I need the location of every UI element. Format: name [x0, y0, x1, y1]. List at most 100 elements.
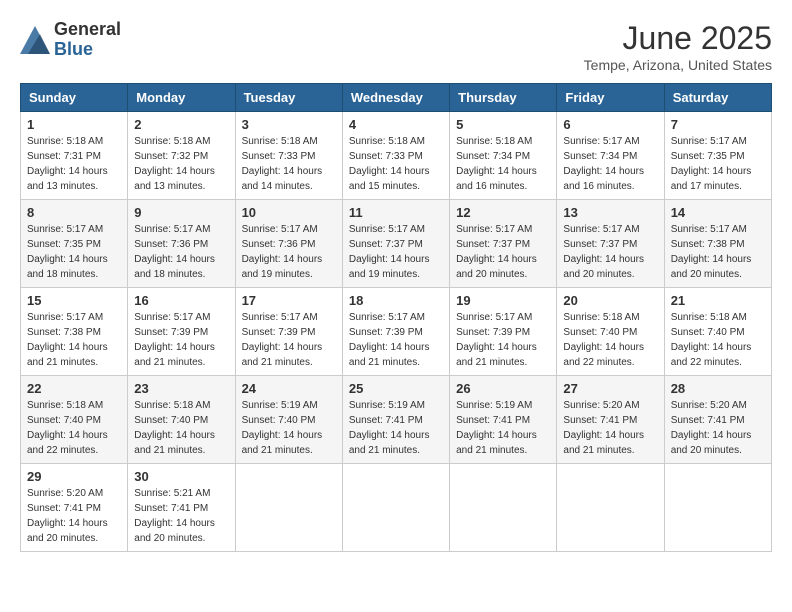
calendar-cell [235, 464, 342, 552]
calendar-cell: 12 Sunrise: 5:17 AM Sunset: 7:37 PM Dayli… [450, 200, 557, 288]
calendar-cell: 17 Sunrise: 5:17 AM Sunset: 7:39 PM Dayli… [235, 288, 342, 376]
day-number: 16 [134, 293, 228, 308]
calendar-cell: 28 Sunrise: 5:20 AM Sunset: 7:41 PM Dayli… [664, 376, 771, 464]
page-header: General Blue June 2025 Tempe, Arizona, U… [20, 20, 772, 73]
column-header-monday: Monday [128, 84, 235, 112]
calendar-cell: 5 Sunrise: 5:18 AM Sunset: 7:34 PM Daylig… [450, 112, 557, 200]
logo-blue-text: Blue [54, 40, 121, 60]
column-header-friday: Friday [557, 84, 664, 112]
calendar-cell: 14 Sunrise: 5:17 AM Sunset: 7:38 PM Dayli… [664, 200, 771, 288]
day-number: 25 [349, 381, 443, 396]
day-info: Sunrise: 5:17 AM Sunset: 7:39 PM Dayligh… [349, 310, 443, 370]
day-info: Sunrise: 5:17 AM Sunset: 7:37 PM Dayligh… [456, 222, 550, 282]
calendar-cell: 18 Sunrise: 5:17 AM Sunset: 7:39 PM Dayli… [342, 288, 449, 376]
calendar-cell [450, 464, 557, 552]
day-info: Sunrise: 5:17 AM Sunset: 7:35 PM Dayligh… [671, 134, 765, 194]
day-info: Sunrise: 5:21 AM Sunset: 7:41 PM Dayligh… [134, 486, 228, 546]
calendar-cell: 30Sunrise: 5:21 AM Sunset: 7:41 PM Dayli… [128, 464, 235, 552]
day-number: 5 [456, 117, 550, 132]
calendar-cell [342, 464, 449, 552]
day-number: 29 [27, 469, 121, 484]
day-number: 18 [349, 293, 443, 308]
calendar-cell: 27 Sunrise: 5:20 AM Sunset: 7:41 PM Dayli… [557, 376, 664, 464]
week-row-1: 1Sunrise: 5:18 AM Sunset: 7:31 PM Daylig… [21, 112, 772, 200]
day-info: Sunrise: 5:18 AM Sunset: 7:32 PM Dayligh… [134, 134, 228, 194]
day-number: 28 [671, 381, 765, 396]
day-number: 26 [456, 381, 550, 396]
day-info: Sunrise: 5:18 AM Sunset: 7:40 PM Dayligh… [671, 310, 765, 370]
day-number: 13 [563, 205, 657, 220]
title-area: June 2025 Tempe, Arizona, United States [584, 20, 772, 73]
column-header-saturday: Saturday [664, 84, 771, 112]
calendar-cell: 20Sunrise: 5:18 AM Sunset: 7:40 PM Dayli… [557, 288, 664, 376]
day-info: Sunrise: 5:20 AM Sunset: 7:41 PM Dayligh… [563, 398, 657, 458]
day-info: Sunrise: 5:18 AM Sunset: 7:40 PM Dayligh… [27, 398, 121, 458]
calendar-cell: 21 Sunrise: 5:18 AM Sunset: 7:40 PM Dayli… [664, 288, 771, 376]
day-info: Sunrise: 5:17 AM Sunset: 7:36 PM Dayligh… [242, 222, 336, 282]
calendar-cell: 26 Sunrise: 5:19 AM Sunset: 7:41 PM Dayli… [450, 376, 557, 464]
day-number: 11 [349, 205, 443, 220]
day-number: 10 [242, 205, 336, 220]
logo-general-text: General [54, 20, 121, 40]
calendar-cell: 7Sunrise: 5:17 AM Sunset: 7:35 PM Daylig… [664, 112, 771, 200]
calendar-cell [664, 464, 771, 552]
day-number: 21 [671, 293, 765, 308]
calendar-cell: 16 Sunrise: 5:17 AM Sunset: 7:39 PM Dayli… [128, 288, 235, 376]
day-info: Sunrise: 5:18 AM Sunset: 7:31 PM Dayligh… [27, 134, 121, 194]
calendar-cell: 11 Sunrise: 5:17 AM Sunset: 7:37 PM Dayli… [342, 200, 449, 288]
day-info: Sunrise: 5:18 AM Sunset: 7:33 PM Dayligh… [349, 134, 443, 194]
day-info: Sunrise: 5:17 AM Sunset: 7:35 PM Dayligh… [27, 222, 121, 282]
day-number: 3 [242, 117, 336, 132]
day-info: Sunrise: 5:18 AM Sunset: 7:40 PM Dayligh… [134, 398, 228, 458]
calendar-cell: 29 Sunrise: 5:20 AM Sunset: 7:41 PM Dayli… [21, 464, 128, 552]
day-number: 22 [27, 381, 121, 396]
month-title: June 2025 [584, 20, 772, 57]
day-info: Sunrise: 5:19 AM Sunset: 7:40 PM Dayligh… [242, 398, 336, 458]
day-info: Sunrise: 5:20 AM Sunset: 7:41 PM Dayligh… [27, 486, 121, 546]
day-number: 17 [242, 293, 336, 308]
calendar-cell: 25Sunrise: 5:19 AM Sunset: 7:41 PM Dayli… [342, 376, 449, 464]
calendar-cell: 6Sunrise: 5:17 AM Sunset: 7:34 PM Daylig… [557, 112, 664, 200]
logo: General Blue [20, 20, 121, 60]
day-info: Sunrise: 5:17 AM Sunset: 7:37 PM Dayligh… [563, 222, 657, 282]
calendar-cell: 19Sunrise: 5:17 AM Sunset: 7:39 PM Dayli… [450, 288, 557, 376]
calendar-cell: 22 Sunrise: 5:18 AM Sunset: 7:40 PM Dayli… [21, 376, 128, 464]
day-info: Sunrise: 5:17 AM Sunset: 7:39 PM Dayligh… [134, 310, 228, 370]
location: Tempe, Arizona, United States [584, 57, 772, 73]
day-number: 2 [134, 117, 228, 132]
column-header-tuesday: Tuesday [235, 84, 342, 112]
day-number: 27 [563, 381, 657, 396]
day-info: Sunrise: 5:17 AM Sunset: 7:37 PM Dayligh… [349, 222, 443, 282]
day-number: 9 [134, 205, 228, 220]
day-info: Sunrise: 5:19 AM Sunset: 7:41 PM Dayligh… [456, 398, 550, 458]
logo-icon [20, 26, 50, 54]
calendar-cell: 9 Sunrise: 5:17 AM Sunset: 7:36 PM Daylig… [128, 200, 235, 288]
day-info: Sunrise: 5:17 AM Sunset: 7:39 PM Dayligh… [456, 310, 550, 370]
day-info: Sunrise: 5:17 AM Sunset: 7:36 PM Dayligh… [134, 222, 228, 282]
day-info: Sunrise: 5:18 AM Sunset: 7:34 PM Dayligh… [456, 134, 550, 194]
day-number: 20 [563, 293, 657, 308]
calendar-cell: 23 Sunrise: 5:18 AM Sunset: 7:40 PM Dayli… [128, 376, 235, 464]
day-info: Sunrise: 5:17 AM Sunset: 7:39 PM Dayligh… [242, 310, 336, 370]
day-number: 23 [134, 381, 228, 396]
day-info: Sunrise: 5:17 AM Sunset: 7:38 PM Dayligh… [27, 310, 121, 370]
day-number: 14 [671, 205, 765, 220]
week-row-5: 29 Sunrise: 5:20 AM Sunset: 7:41 PM Dayli… [21, 464, 772, 552]
week-row-2: 8 Sunrise: 5:17 AM Sunset: 7:35 PM Daylig… [21, 200, 772, 288]
calendar-cell: 13 Sunrise: 5:17 AM Sunset: 7:37 PM Dayli… [557, 200, 664, 288]
calendar-cell [557, 464, 664, 552]
day-number: 8 [27, 205, 121, 220]
calendar-cell: 3 Sunrise: 5:18 AM Sunset: 7:33 PM Daylig… [235, 112, 342, 200]
column-header-sunday: Sunday [21, 84, 128, 112]
day-info: Sunrise: 5:20 AM Sunset: 7:41 PM Dayligh… [671, 398, 765, 458]
day-number: 4 [349, 117, 443, 132]
day-info: Sunrise: 5:17 AM Sunset: 7:38 PM Dayligh… [671, 222, 765, 282]
calendar-table: SundayMondayTuesdayWednesdayThursdayFrid… [20, 83, 772, 552]
day-number: 12 [456, 205, 550, 220]
week-row-3: 15Sunrise: 5:17 AM Sunset: 7:38 PM Dayli… [21, 288, 772, 376]
calendar-cell: 24Sunrise: 5:19 AM Sunset: 7:40 PM Dayli… [235, 376, 342, 464]
calendar-cell: 8 Sunrise: 5:17 AM Sunset: 7:35 PM Daylig… [21, 200, 128, 288]
header-row: SundayMondayTuesdayWednesdayThursdayFrid… [21, 84, 772, 112]
day-info: Sunrise: 5:18 AM Sunset: 7:33 PM Dayligh… [242, 134, 336, 194]
week-row-4: 22 Sunrise: 5:18 AM Sunset: 7:40 PM Dayli… [21, 376, 772, 464]
